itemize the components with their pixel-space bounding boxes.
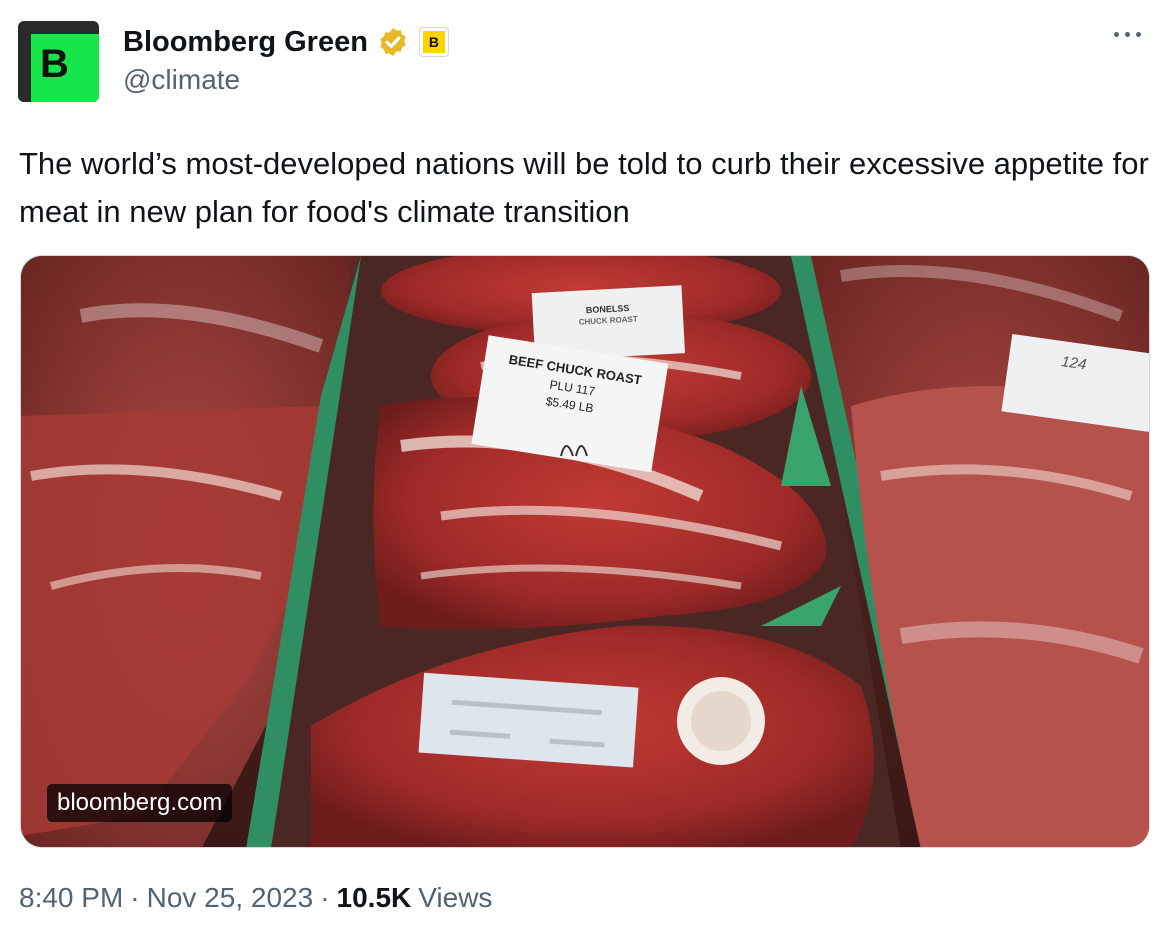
tweet-date[interactable]: Nov 25, 2023 xyxy=(147,882,314,914)
views-label[interactable]: Views xyxy=(418,882,492,914)
tag-right-text: 124 xyxy=(1060,353,1087,373)
meat-display-photo: BONELSS CHUCK ROAST BEEF CHUCK ROAST PLU… xyxy=(21,256,1149,847)
more-options-icon[interactable] xyxy=(1114,32,1141,37)
affiliate-letter: B xyxy=(428,34,439,50)
link-domain-badge[interactable]: bloomberg.com xyxy=(47,784,233,822)
avatar-logo: B xyxy=(31,34,99,102)
avatar[interactable]: B xyxy=(18,21,99,102)
affiliate-badge-icon[interactable]: B xyxy=(418,27,449,57)
author-name-row: Bloomberg Green B xyxy=(123,22,449,62)
tweet-meta: 8:40 PM · Nov 25, 2023 · 10.5K Views xyxy=(19,882,492,914)
tweet-text: The world’s most-developed nations will … xyxy=(19,146,1149,229)
author-name[interactable]: Bloomberg Green xyxy=(123,26,368,59)
views-count[interactable]: 10.5K xyxy=(337,882,412,914)
author-handle[interactable]: @climate xyxy=(123,64,240,96)
verified-badge-icon[interactable] xyxy=(377,26,409,58)
meta-separator: · xyxy=(320,882,330,913)
tweet-time[interactable]: 8:40 PM xyxy=(19,882,123,914)
meta-separator: · xyxy=(130,882,140,913)
avatar-letter: B xyxy=(40,42,69,86)
tweet-media-photo[interactable]: BONELSS CHUCK ROAST BEEF CHUCK ROAST PLU… xyxy=(20,255,1150,848)
